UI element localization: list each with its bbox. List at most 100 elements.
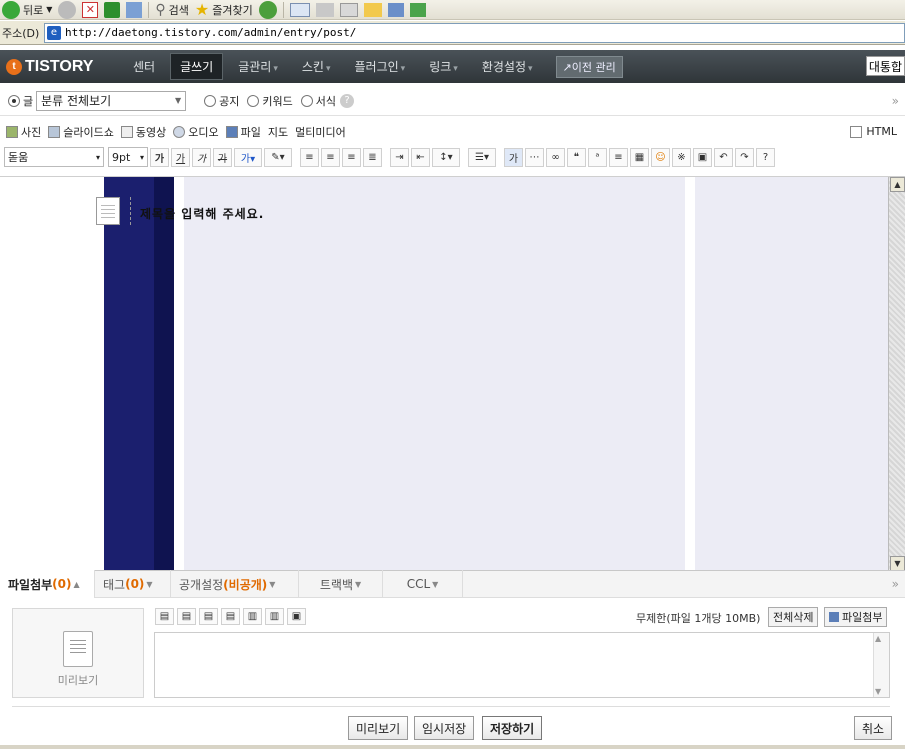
file-list-scrollbar[interactable]: ▲ ▼ xyxy=(873,633,889,697)
search-button[interactable]: ⚲ 검색 xyxy=(155,0,189,19)
notice-option[interactable]: 공지 xyxy=(204,93,239,109)
delete-all-button[interactable]: 전체삭제 xyxy=(768,607,819,627)
scroll-up-icon[interactable]: ▲ xyxy=(890,177,905,192)
audio-button[interactable]: 오디오 xyxy=(173,124,219,140)
post-radio[interactable] xyxy=(8,94,20,107)
collapse-icon[interactable]: » xyxy=(892,577,899,591)
save-button[interactable]: 저장하기 xyxy=(482,716,543,740)
tistory-logo[interactable]: t TISTORY xyxy=(0,58,118,76)
address-input[interactable]: e http://daetong.tistory.com/admin/entry… xyxy=(44,22,905,43)
tab-tags[interactable]: 태그 (0) ▼ xyxy=(95,570,171,598)
prev-admin-button[interactable]: ↗이전 관리 xyxy=(555,55,623,78)
align-right-float-icon[interactable]: ▤ xyxy=(199,608,218,625)
three-column-icon[interactable]: ▥ xyxy=(265,608,284,625)
html-checkbox[interactable] xyxy=(850,125,863,138)
table-icon[interactable]: ▦ xyxy=(630,147,649,167)
help-button[interactable]: ? xyxy=(756,147,775,167)
list-icon[interactable]: ☰▾ xyxy=(468,147,496,167)
nav-item-skin[interactable]: 스킨 ▾ xyxy=(293,54,340,79)
mail-icon[interactable] xyxy=(289,2,310,17)
post-radio-option[interactable]: 글 xyxy=(8,93,33,109)
favorites-button[interactable]: ★ 즐겨찾기 xyxy=(195,0,253,19)
editor-area[interactable]: 제목을 입력해 주세요. ▲ ▼ xyxy=(0,176,905,571)
editor-scrollbar[interactable]: ▲ ▼ xyxy=(888,177,905,571)
notice-radio[interactable] xyxy=(204,94,217,107)
size-select[interactable]: 9pt ▾ xyxy=(108,147,148,167)
research-icon[interactable] xyxy=(387,2,404,17)
refresh-icon[interactable] xyxy=(104,1,121,18)
tab-ccl[interactable]: CCL ▼ xyxy=(383,570,463,598)
align-full-icon[interactable]: ▤ xyxy=(221,608,240,625)
font-select[interactable]: 돋움 ▾ xyxy=(4,147,104,167)
integrated-box[interactable]: 대통합 xyxy=(865,56,905,76)
align-left-icon[interactable]: ≡ xyxy=(300,147,319,167)
undo-icon[interactable]: ↶ xyxy=(714,147,733,167)
italic-icon[interactable]: 가 xyxy=(192,147,211,167)
align-left-float-icon[interactable]: ▤ xyxy=(155,608,174,625)
highlight-icon[interactable]: ✎▾ xyxy=(264,147,292,167)
keyword-radio[interactable] xyxy=(247,94,260,107)
multimedia-button[interactable]: 멀티미디어 xyxy=(295,124,346,140)
emoticon-icon[interactable]: ☺ xyxy=(651,147,670,167)
attach-file-button[interactable]: 파일첨부 xyxy=(824,607,888,627)
title-input[interactable]: 제목을 입력해 주세요. xyxy=(140,205,264,222)
nav-item-settings[interactable]: 환경설정 ▾ xyxy=(473,54,542,79)
gallery-icon[interactable]: ▣ xyxy=(287,608,306,625)
stop-icon[interactable]: ✕ xyxy=(82,1,99,18)
print-icon[interactable] xyxy=(315,2,334,17)
quote-icon[interactable]: ❝ xyxy=(567,147,586,167)
save-disk-icon[interactable]: ▣ xyxy=(693,147,712,167)
superscript-icon[interactable]: ᵃ xyxy=(588,147,607,167)
align-justify-icon[interactable]: ≣ xyxy=(363,147,382,167)
strikethrough-icon[interactable]: 가 xyxy=(213,147,232,167)
help-icon[interactable]: ? xyxy=(340,93,354,108)
temp-save-button[interactable]: 임시저장 xyxy=(414,716,475,740)
attached-file-list[interactable]: ▲ ▼ xyxy=(154,632,890,698)
tab-trackback[interactable]: 트랙백 ▼ xyxy=(299,570,383,598)
html-toggle[interactable]: HTML xyxy=(850,125,897,138)
keyword-option[interactable]: 키워드 xyxy=(247,93,293,109)
nav-item-manage-posts[interactable]: 글관리 ▾ xyxy=(229,54,287,79)
template-option[interactable]: 서식 ? xyxy=(300,93,354,109)
align-center-icon[interactable]: ≡ xyxy=(321,147,340,167)
special-char-icon[interactable]: ※ xyxy=(672,147,691,167)
tab-file-attach[interactable]: 파일첨부 (0) ▲ xyxy=(0,570,95,598)
divider-line-icon[interactable]: ≡ xyxy=(609,147,628,167)
slideshow-button[interactable]: 슬라이드쇼 xyxy=(48,124,114,140)
two-column-icon[interactable]: ▥ xyxy=(243,608,262,625)
map-button[interactable]: 지도 xyxy=(268,124,288,140)
scroll-down-icon[interactable]: ▼ xyxy=(890,556,905,571)
folder-icon[interactable] xyxy=(363,2,382,17)
file-button[interactable]: 파일 xyxy=(225,124,261,140)
font-color-icon[interactable]: 가▾ xyxy=(234,147,262,167)
edit-icon[interactable] xyxy=(339,2,358,17)
back-button[interactable]: 뒤로 ▼ xyxy=(2,0,52,19)
box-style-icon[interactable]: 가 xyxy=(504,147,523,167)
template-radio[interactable] xyxy=(300,94,313,107)
redo-icon[interactable]: ↷ xyxy=(735,147,754,167)
indent-icon[interactable]: ⇥ xyxy=(390,147,409,167)
scroll-up-icon[interactable]: ▲ xyxy=(875,634,881,643)
category-select[interactable]: 분류 전체보기 ▼ xyxy=(36,90,187,111)
forward-arrow-icon[interactable] xyxy=(58,0,77,19)
media-icon[interactable] xyxy=(258,0,277,19)
home-icon[interactable] xyxy=(126,1,143,18)
expand-icon[interactable]: » xyxy=(892,94,899,108)
align-center-float-icon[interactable]: ▤ xyxy=(177,608,196,625)
editor-body[interactable] xyxy=(184,177,685,571)
scroll-down-icon[interactable]: ▼ xyxy=(875,687,881,696)
nav-item-write[interactable]: 글쓰기 xyxy=(170,53,224,80)
nav-item-center[interactable]: 센터 xyxy=(124,54,164,79)
align-right-icon[interactable]: ≡ xyxy=(342,147,361,167)
line-height-icon[interactable]: ↕▾ xyxy=(432,147,460,167)
link-icon[interactable]: ∞ xyxy=(546,147,565,167)
nav-item-link[interactable]: 링크 ▾ xyxy=(420,54,467,79)
outdent-icon[interactable]: ⇤ xyxy=(411,147,430,167)
underline-icon[interactable]: 가 xyxy=(171,147,190,167)
tab-publish[interactable]: 공개설정 (비공개) ▼ xyxy=(171,570,299,598)
more-icon[interactable]: ⋯ xyxy=(525,147,544,167)
bold-icon[interactable]: 가 xyxy=(150,147,169,167)
cancel-button[interactable]: 취소 xyxy=(854,716,893,740)
messenger-icon[interactable] xyxy=(409,2,426,17)
nav-item-plugin[interactable]: 플러그인 ▾ xyxy=(346,54,415,79)
